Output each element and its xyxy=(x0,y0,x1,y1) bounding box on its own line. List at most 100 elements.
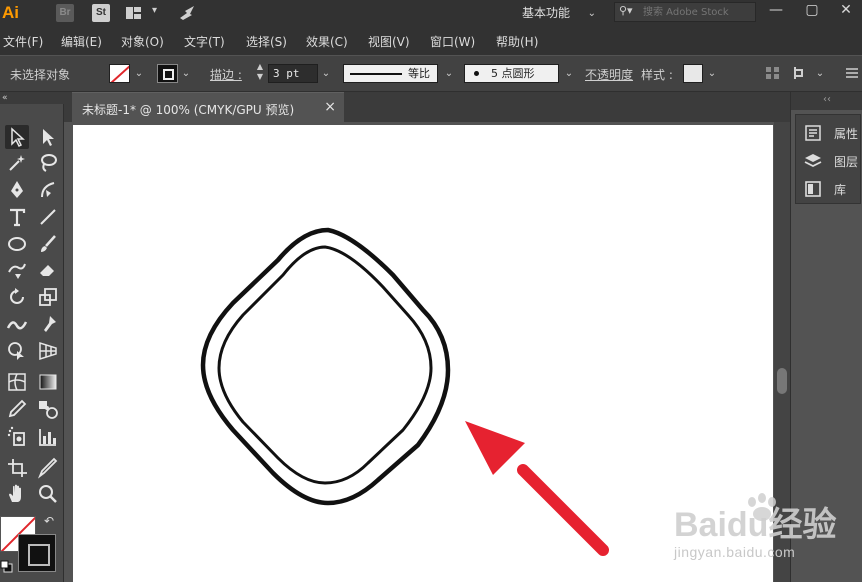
watermark-brand: Baidu经验 xyxy=(674,505,836,544)
type-tool-icon[interactable] xyxy=(5,205,29,229)
menu-bar: 文件(F) 编辑(E) 对象(O) 文字(T) 选择(S) 效果(C) 视图(V… xyxy=(0,27,862,55)
control-bar: 未选择对象 ⌄ ⌄ 描边 : ▲ ▼ 3 pt ⌄ 等比 ⌄ 5 点圆形 ⌄ 不透… xyxy=(0,56,862,92)
puppet-warp-tool-icon[interactable] xyxy=(36,312,60,336)
rotate-tool-icon[interactable] xyxy=(5,285,29,309)
search-icon: ⚲▾ xyxy=(619,4,633,17)
curvature-tool-icon[interactable] xyxy=(36,178,60,202)
scale-tool-icon[interactable] xyxy=(36,285,60,309)
stroke-weight-field[interactable]: 3 pt xyxy=(268,64,318,83)
stock-icon[interactable]: St xyxy=(92,4,110,22)
menu-help[interactable]: 帮助(H) xyxy=(496,33,538,50)
menu-object[interactable]: 对象(O) xyxy=(121,33,164,50)
hand-tool-icon[interactable] xyxy=(5,482,29,506)
search-input[interactable] xyxy=(643,5,753,19)
selection-status: 未选择对象 xyxy=(10,68,71,82)
document-tab[interactable]: 未标题-1* @ 100% (CMYK/GPU 预览) × xyxy=(72,92,344,122)
magic-wand-tool-icon[interactable] xyxy=(5,151,29,175)
dock-expand-icon[interactable]: ‹‹ xyxy=(791,92,862,110)
minimize-button[interactable]: — xyxy=(758,0,794,22)
stroke-label[interactable]: 描边 : xyxy=(210,66,242,83)
panel-menu-icon[interactable] xyxy=(844,66,860,80)
watermark-url: jingyan.baidu.com xyxy=(674,544,796,560)
toolbox-collapse-icon[interactable]: « xyxy=(0,92,64,104)
maximize-button[interactable]: ▢ xyxy=(794,0,830,22)
stroke-color-swatch[interactable] xyxy=(157,64,178,83)
chevron-down-icon: ⌄ xyxy=(587,8,596,19)
panel-properties[interactable]: 属性 xyxy=(796,119,862,147)
bridge-icon[interactable]: Br xyxy=(56,4,74,22)
brush-dot-icon xyxy=(474,71,479,76)
outer-rounded-diamond xyxy=(200,227,451,506)
properties-icon xyxy=(805,125,821,141)
opacity-label[interactable]: 不透明度 xyxy=(585,66,633,83)
profile-label: 等比 xyxy=(408,67,430,80)
graphic-style-swatch[interactable] xyxy=(683,64,703,83)
stock-search[interactable]: ⚲▾ xyxy=(614,2,756,22)
pen-tool-icon[interactable] xyxy=(5,178,29,202)
symbol-sprayer-tool-icon[interactable] xyxy=(5,425,29,449)
libraries-icon xyxy=(805,181,821,197)
baidu-jingyan-watermark: Baidu经验 jingyan.baidu.com xyxy=(660,488,860,578)
ellipse-tool-icon[interactable] xyxy=(5,232,29,256)
profile-chevron-icon[interactable]: ⌄ xyxy=(443,64,455,83)
slice-tool-icon[interactable] xyxy=(36,456,60,480)
close-tab-icon[interactable]: × xyxy=(324,99,336,115)
style-chevron-icon[interactable]: ⌄ xyxy=(706,64,718,83)
menu-select[interactable]: 选择(S) xyxy=(246,33,287,50)
perspective-grid-tool-icon[interactable] xyxy=(36,339,60,363)
workspace-label: 基本功能 xyxy=(522,6,571,20)
tools-panel: « ↶ xyxy=(0,92,64,582)
illustrator-logo: Ai xyxy=(2,3,19,22)
close-window-button[interactable]: ✕ xyxy=(828,0,862,22)
paintbrush-tool-icon[interactable] xyxy=(36,232,60,256)
stroke-weight-chevron-icon[interactable]: ⌄ xyxy=(320,64,332,83)
workspace-switcher[interactable]: 基本功能 ⌄ xyxy=(512,0,604,27)
default-fill-stroke-icon[interactable] xyxy=(0,560,14,574)
scrollbar-thumb[interactable] xyxy=(777,368,787,394)
menu-view[interactable]: 视图(V) xyxy=(368,33,410,50)
lasso-tool-icon[interactable] xyxy=(36,151,60,175)
brush-chevron-icon[interactable]: ⌄ xyxy=(563,64,575,83)
gpu-performance-icon[interactable] xyxy=(178,4,198,22)
mesh-tool-icon[interactable] xyxy=(5,370,29,394)
fill-dropdown-chevron-icon[interactable]: ⌄ xyxy=(133,64,145,83)
line-segment-tool-icon[interactable] xyxy=(36,205,60,229)
panel-layers[interactable]: 图层 xyxy=(796,147,862,175)
artboard-tool-icon[interactable] xyxy=(5,456,29,480)
menu-edit[interactable]: 编辑(E) xyxy=(61,33,102,50)
zoom-tool-icon[interactable] xyxy=(36,482,60,506)
transform-chevron-icon[interactable]: ⌄ xyxy=(814,64,826,83)
swap-fill-stroke-icon[interactable]: ↶ xyxy=(44,514,54,528)
direct-selection-tool-icon[interactable] xyxy=(36,125,60,149)
menu-window[interactable]: 窗口(W) xyxy=(430,33,475,50)
selection-tool-icon[interactable] xyxy=(5,125,29,149)
panel-libraries-label: 库 xyxy=(834,183,847,197)
panel-libraries[interactable]: 库 xyxy=(796,175,862,203)
width-tool-icon[interactable] xyxy=(5,312,29,336)
eraser-tool-icon[interactable] xyxy=(36,258,60,282)
arrange-documents-icon[interactable] xyxy=(126,7,141,19)
stroke-weight-stepper[interactable]: ▲ ▼ xyxy=(254,62,266,84)
stroke-black-swatch[interactable] xyxy=(18,534,56,572)
brush-definition[interactable]: 5 点圆形 xyxy=(464,64,559,83)
shaper-tool-icon[interactable] xyxy=(5,258,29,282)
fill-color-swatch[interactable] xyxy=(109,64,130,83)
style-label: 样式 : xyxy=(641,68,673,82)
gradient-tool-icon[interactable] xyxy=(36,370,60,394)
shape-builder-tool-icon[interactable] xyxy=(5,339,29,363)
variable-width-profile[interactable]: 等比 xyxy=(343,64,438,83)
title-bar: Ai Br St ▾ 基本功能 ⌄ ⚲▾ — ▢ ✕ xyxy=(0,0,862,27)
menu-type[interactable]: 文字(T) xyxy=(184,33,225,50)
blend-tool-icon[interactable] xyxy=(36,397,60,421)
stroke-dropdown-chevron-icon[interactable]: ⌄ xyxy=(180,64,192,83)
menu-file[interactable]: 文件(F) xyxy=(3,33,43,50)
align-icon[interactable] xyxy=(765,66,781,80)
profile-line-icon xyxy=(350,73,402,75)
transform-icon[interactable] xyxy=(792,66,808,80)
column-graph-tool-icon[interactable] xyxy=(36,425,60,449)
collapsed-panels: 属性 图层 库 xyxy=(795,114,861,204)
menu-effect[interactable]: 效果(C) xyxy=(306,33,348,50)
chevron-down-icon[interactable]: ▾ xyxy=(152,5,157,16)
panel-layers-label: 图层 xyxy=(834,155,859,169)
eyedropper-tool-icon[interactable] xyxy=(5,397,29,421)
